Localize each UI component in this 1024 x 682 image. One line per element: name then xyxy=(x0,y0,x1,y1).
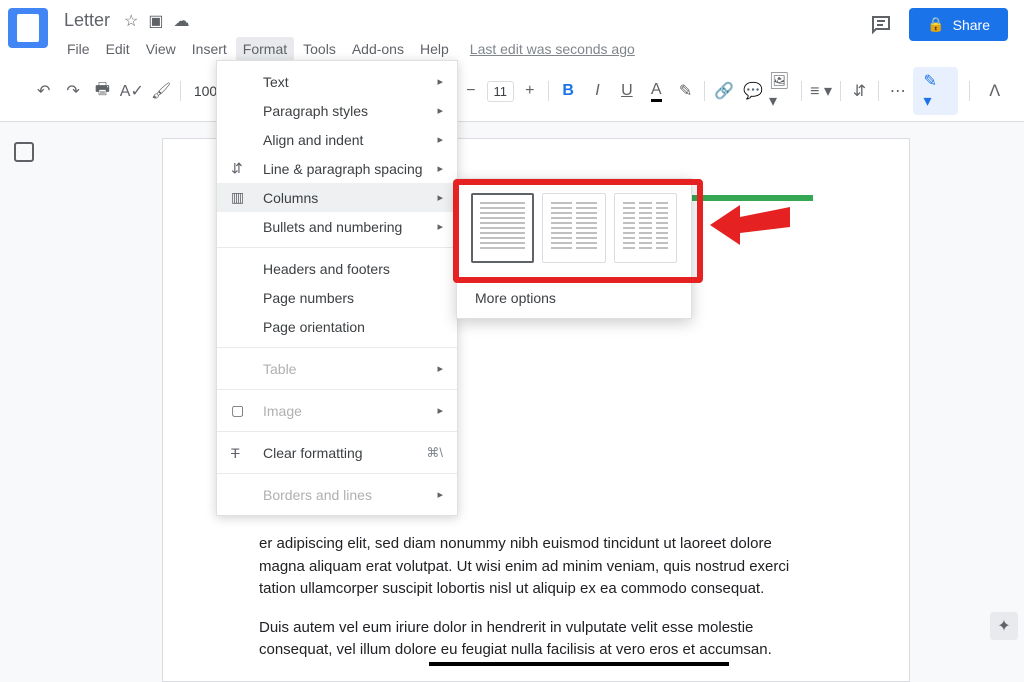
docs-logo[interactable] xyxy=(8,8,48,48)
menu-addons[interactable]: Add-ons xyxy=(345,37,411,61)
menu-help[interactable]: Help xyxy=(413,37,456,61)
columns-option-1[interactable] xyxy=(471,193,534,263)
menu-file[interactable]: File xyxy=(60,37,97,61)
columns-submenu: More options xyxy=(456,178,692,319)
text-color-button[interactable]: A xyxy=(643,77,670,105)
menu-tools[interactable]: Tools xyxy=(296,37,343,61)
outline-icon[interactable] xyxy=(14,142,34,162)
move-icon[interactable]: ▣ xyxy=(148,11,163,31)
format-headers-footers[interactable]: Headers and footers xyxy=(217,254,457,283)
menu-edit[interactable]: Edit xyxy=(99,37,137,61)
menu-view[interactable]: View xyxy=(139,37,183,61)
format-clear-formatting[interactable]: TClear formatting⌘\ xyxy=(217,438,457,467)
format-page-orientation[interactable]: Page orientation xyxy=(217,312,457,341)
image-icon: ▢ xyxy=(231,402,249,420)
bold-button[interactable]: B xyxy=(554,77,581,105)
fontsize-increase[interactable]: + xyxy=(516,77,543,105)
collapse-button[interactable]: ᐱ xyxy=(981,77,1008,105)
menu-insert[interactable]: Insert xyxy=(185,37,234,61)
link-button[interactable]: 🔗 xyxy=(710,77,737,105)
last-edit-link[interactable]: Last edit was seconds ago xyxy=(470,37,635,61)
line-spacing-icon: ⇵ xyxy=(231,160,249,178)
highlight-button[interactable]: ✎ xyxy=(672,77,699,105)
left-rail xyxy=(0,122,48,682)
line-spacing-button[interactable]: ⇵ xyxy=(846,77,873,105)
document-title[interactable]: Letter xyxy=(60,8,114,33)
explore-button[interactable]: ✦ xyxy=(990,612,1018,640)
comments-icon[interactable] xyxy=(869,13,893,37)
format-columns[interactable]: ▥Columns xyxy=(217,183,457,212)
lock-icon: 🔒 xyxy=(927,16,944,33)
format-paragraph-styles[interactable]: Paragraph styles xyxy=(217,96,457,125)
title-area: Letter ☆ ▣ ☁ File Edit View Insert Forma… xyxy=(60,8,869,61)
fontsize-input[interactable]: 11 xyxy=(487,81,515,102)
format-bullets-numbering[interactable]: Bullets and numbering xyxy=(217,212,457,241)
image-button[interactable]: 🖼 ▾ xyxy=(769,77,796,105)
cloud-icon[interactable]: ☁ xyxy=(174,11,190,31)
paragraph-1: er adipiscing elit, sed diam nonummy nib… xyxy=(259,533,813,601)
italic-button[interactable]: I xyxy=(584,77,611,105)
paint-format-button[interactable]: 🖌 xyxy=(148,77,175,105)
star-icon[interactable]: ☆ xyxy=(124,11,138,31)
format-text[interactable]: Text xyxy=(217,67,457,96)
undo-button[interactable]: ↶ xyxy=(30,77,57,105)
format-borders-lines: Borders and lines xyxy=(217,480,457,509)
clear-format-icon: T xyxy=(231,444,249,462)
underline-button[interactable]: U xyxy=(613,77,640,105)
paragraph-2: Duis autem vel eum iriure dolor in hendr… xyxy=(259,617,813,662)
share-label: Share xyxy=(953,17,990,33)
columns-option-3[interactable] xyxy=(614,193,677,263)
format-align-indent[interactable]: Align and indent xyxy=(217,125,457,154)
align-button[interactable]: ≡ ▾ xyxy=(807,77,834,105)
columns-option-2[interactable] xyxy=(542,193,605,263)
redo-button[interactable]: ↷ xyxy=(59,77,86,105)
format-table: Table xyxy=(217,354,457,383)
columns-icon: ▥ xyxy=(231,189,249,207)
comment-button[interactable]: 💬 xyxy=(740,77,767,105)
menu-format[interactable]: Format xyxy=(236,37,294,61)
columns-more-options[interactable]: More options xyxy=(457,278,691,318)
print-button[interactable]: 🖶 xyxy=(89,77,116,105)
menubar: File Edit View Insert Format Tools Add-o… xyxy=(60,37,869,61)
editing-mode-button[interactable]: ✎ ▾ xyxy=(913,67,958,115)
format-page-numbers[interactable]: Page numbers xyxy=(217,283,457,312)
format-dropdown: Text Paragraph styles Align and indent ⇵… xyxy=(216,60,458,516)
spellcheck-button[interactable]: A✓ xyxy=(118,77,145,105)
format-image: ▢Image xyxy=(217,396,457,425)
format-line-spacing[interactable]: ⇵Line & paragraph spacing xyxy=(217,154,457,183)
fontsize-decrease[interactable]: − xyxy=(457,77,484,105)
header: Letter ☆ ▣ ☁ File Edit View Insert Forma… xyxy=(0,0,1024,61)
more-button[interactable]: ⋯ xyxy=(884,77,911,105)
toolbar: ↶ ↷ 🖶 A✓ 🖌 100% ▾ − 11 + B I U A ✎ 🔗 💬 🖼… xyxy=(0,61,1024,122)
share-button[interactable]: 🔒 Share xyxy=(909,8,1008,41)
